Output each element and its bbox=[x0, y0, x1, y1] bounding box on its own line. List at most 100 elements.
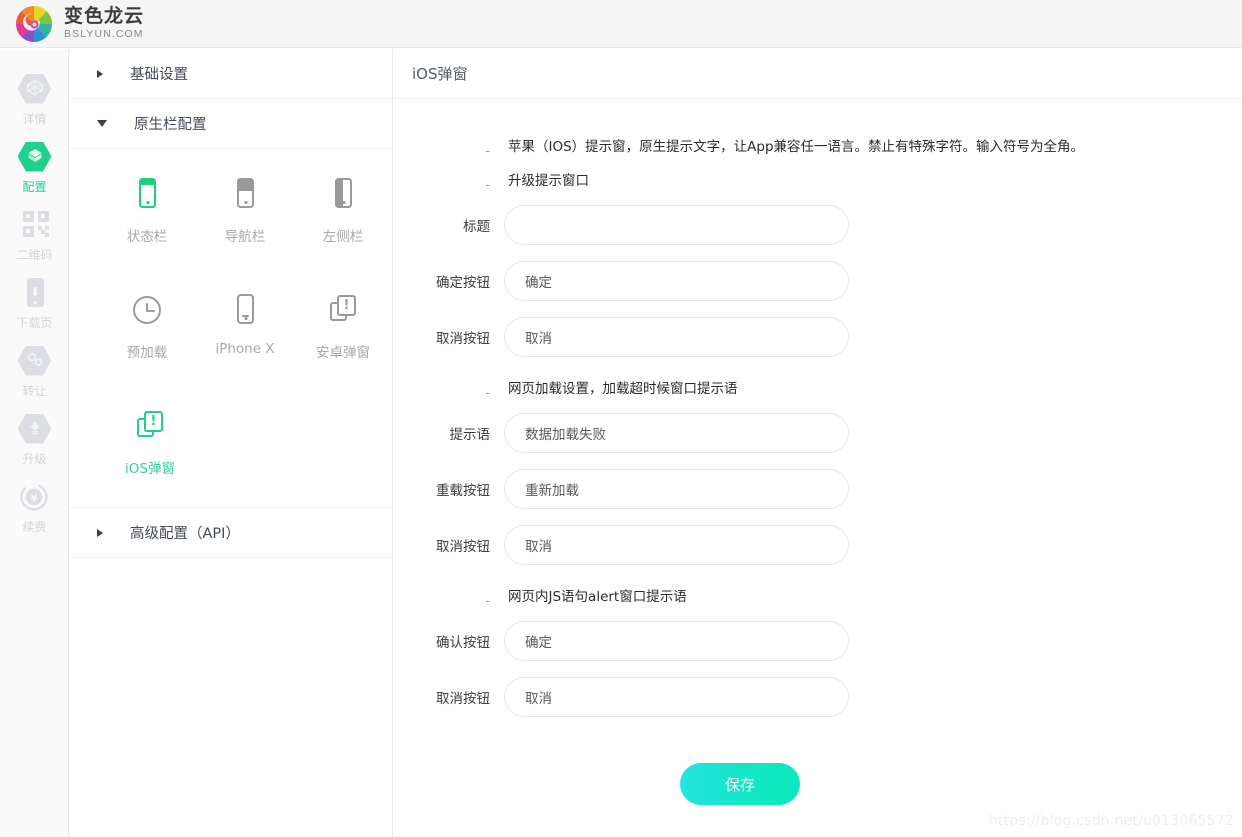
tile-ios-alert[interactable]: ! iOS弹窗 bbox=[98, 395, 202, 487]
tile-row: 预加载 iPhone X ! 安卓弹窗 bbox=[70, 279, 392, 371]
tile-label: 安卓弹窗 bbox=[316, 345, 370, 361]
ios-alert-form: - 苹果（IOS）提示窗，原生提示文字，让App兼容任一语言。禁止有特殊字符。输… bbox=[394, 99, 1242, 805]
field-label: 标题 bbox=[463, 219, 490, 235]
ios-alert-icon: ! bbox=[133, 409, 167, 443]
tile-label: iPhone X bbox=[215, 341, 275, 357]
tile-grid: 状态栏 导航栏 左侧栏 预加载 iPhone X ! 安卓弹窗 ! iOS弹窗 bbox=[70, 149, 392, 508]
brand-logo[interactable]: 变色龙云 BSLYUN.COM bbox=[0, 4, 144, 44]
phone-sidebar-icon bbox=[326, 177, 360, 211]
hexagon-details-icon bbox=[17, 72, 52, 106]
alert-confirm-field[interactable] bbox=[504, 621, 849, 661]
loading-tip-field[interactable] bbox=[504, 413, 849, 453]
alert-cancel-field[interactable] bbox=[504, 677, 849, 717]
rail-item-renew[interactable]: ¥ 续费 bbox=[0, 473, 69, 541]
tile-label: iOS弹窗 bbox=[125, 461, 175, 477]
main-header: iOS弹窗 bbox=[394, 49, 1242, 99]
reload-button-field[interactable] bbox=[504, 469, 849, 509]
tree-group-basic-settings[interactable]: 基础设置 bbox=[70, 49, 392, 99]
triangle-down-icon bbox=[97, 120, 107, 127]
phone-navbar-icon bbox=[228, 177, 262, 211]
rail-item-transfer[interactable]: 转让 bbox=[0, 337, 69, 405]
field-label: 确认按钮 bbox=[436, 635, 490, 651]
field-row-alert-confirm: 确认按钮 bbox=[394, 621, 1242, 661]
save-row: 保存 bbox=[394, 763, 1242, 805]
note-intro: 苹果（IOS）提示窗，原生提示文字，让App兼容任一语言。禁止有特殊字符。输入符… bbox=[508, 139, 1085, 155]
tile-preload[interactable]: 预加载 bbox=[98, 279, 196, 371]
confirm-button-field[interactable] bbox=[504, 261, 849, 301]
rail-item-download-page[interactable]: ⬇ 下载页 bbox=[0, 269, 69, 337]
field-row-loading-tip: 提示语 bbox=[394, 413, 1242, 453]
config-tree-panel: 基础设置 原生栏配置 状态栏 导航栏 左侧栏 预加载 iPhone X ! 安卓… bbox=[70, 49, 393, 837]
rail-label: 转让 bbox=[22, 383, 47, 398]
field-label: 提示语 bbox=[449, 427, 491, 443]
tree-group-label: 基础设置 bbox=[130, 67, 188, 83]
tile-iphonex[interactable]: iPhone X bbox=[196, 279, 294, 371]
svg-text:¥: ¥ bbox=[30, 493, 37, 504]
tree-group-advanced-api[interactable]: 高级配置（API） bbox=[70, 508, 392, 558]
note-row-loading: - 网页加载设置，加载超时候窗口提示语 bbox=[394, 379, 1242, 401]
clock-preload-icon bbox=[130, 293, 164, 327]
brand-name-en: BSLYUN.COM bbox=[64, 28, 144, 41]
tile-row: 状态栏 导航栏 左侧栏 bbox=[70, 163, 392, 255]
field-label: 取消按钮 bbox=[436, 331, 490, 347]
tree-group-label: 原生栏配置 bbox=[134, 117, 207, 133]
watermark: https://blog.csdn.net/u013065572 bbox=[988, 813, 1234, 829]
left-icon-rail: 详情 配置 二维码 ⬇ 下载页 转让 升级 ¥ 续费 bbox=[0, 49, 69, 837]
hexagon-config-icon bbox=[17, 140, 52, 174]
tree-group-label: 高级配置（API） bbox=[130, 526, 240, 542]
field-row-title: 标题 bbox=[394, 205, 1242, 245]
note-row-upgrade: - 升级提示窗口 bbox=[394, 171, 1242, 193]
field-row-alert-cancel: 取消按钮 bbox=[394, 677, 1242, 717]
field-label: 取消按钮 bbox=[436, 691, 490, 707]
rail-label: 升级 bbox=[22, 451, 47, 466]
cancel-button-field[interactable] bbox=[504, 317, 849, 357]
rail-item-upgrade[interactable]: 升级 bbox=[0, 405, 69, 473]
title-field[interactable] bbox=[504, 205, 849, 245]
qrcode-icon bbox=[18, 208, 52, 242]
rail-label: 详情 bbox=[22, 111, 47, 126]
rail-item-details[interactable]: 详情 bbox=[0, 65, 69, 133]
rail-label: 配置 bbox=[22, 179, 47, 194]
tile-label: 左侧栏 bbox=[322, 229, 364, 245]
field-row-loading-cancel: 取消按钮 bbox=[394, 525, 1242, 565]
note-row-alert: - 网页内JS语句alert窗口提示语 bbox=[394, 587, 1242, 609]
tree-group-native-bar-config[interactable]: 原生栏配置 bbox=[70, 99, 392, 149]
tile-sidebar[interactable]: 左侧栏 bbox=[294, 163, 392, 255]
rail-item-config[interactable]: 配置 bbox=[0, 133, 69, 201]
field-label: 确定按钮 bbox=[436, 275, 490, 291]
field-label: 取消按钮 bbox=[436, 539, 490, 555]
note-upgrade: 升级提示窗口 bbox=[508, 173, 589, 189]
triangle-right-icon bbox=[97, 528, 103, 537]
tile-statusbar[interactable]: 状态栏 bbox=[98, 163, 196, 255]
hexagon-renew-icon: ¥ bbox=[18, 480, 52, 514]
note-loading: 网页加载设置，加载超时候窗口提示语 bbox=[508, 381, 738, 397]
tile-navbar[interactable]: 导航栏 bbox=[196, 163, 294, 255]
main-content: iOS弹窗 - 苹果（IOS）提示窗，原生提示文字，让App兼容任一语言。禁止有… bbox=[394, 49, 1242, 837]
dash-label: - bbox=[485, 385, 490, 401]
field-row-cancel: 取消按钮 bbox=[394, 317, 1242, 357]
rail-label: 二维码 bbox=[16, 247, 53, 262]
rail-label: 续费 bbox=[22, 519, 47, 534]
note-row-intro: - 苹果（IOS）提示窗，原生提示文字，让App兼容任一语言。禁止有特殊字符。输… bbox=[394, 137, 1242, 159]
top-bar: 变色龙云 BSLYUN.COM bbox=[0, 0, 1242, 48]
page-title: iOS弹窗 bbox=[412, 65, 468, 83]
field-row-confirm: 确定按钮 bbox=[394, 261, 1242, 301]
hexagon-upgrade-icon bbox=[17, 412, 52, 446]
field-row-reload: 重载按钮 bbox=[394, 469, 1242, 509]
hexagon-transfer-icon bbox=[17, 344, 52, 378]
brand-text: 变色龙云 BSLYUN.COM bbox=[64, 7, 144, 40]
tile-label: 导航栏 bbox=[224, 229, 266, 245]
loading-cancel-field[interactable] bbox=[504, 525, 849, 565]
dash-label: - bbox=[485, 177, 490, 193]
save-button[interactable]: 保存 bbox=[680, 763, 800, 805]
tile-android-alert[interactable]: ! 安卓弹窗 bbox=[294, 279, 392, 371]
android-alert-icon: ! bbox=[326, 293, 360, 327]
tile-label: 预加载 bbox=[126, 345, 168, 361]
note-alert: 网页内JS语句alert窗口提示语 bbox=[508, 589, 687, 605]
tile-row: ! iOS弹窗 bbox=[70, 395, 392, 487]
chameleon-logo-icon bbox=[14, 4, 54, 44]
triangle-right-icon bbox=[97, 69, 103, 78]
rail-item-qrcode[interactable]: 二维码 bbox=[0, 201, 69, 269]
dash-label: - bbox=[485, 593, 490, 609]
brand-name-cn: 变色龙云 bbox=[64, 5, 145, 28]
